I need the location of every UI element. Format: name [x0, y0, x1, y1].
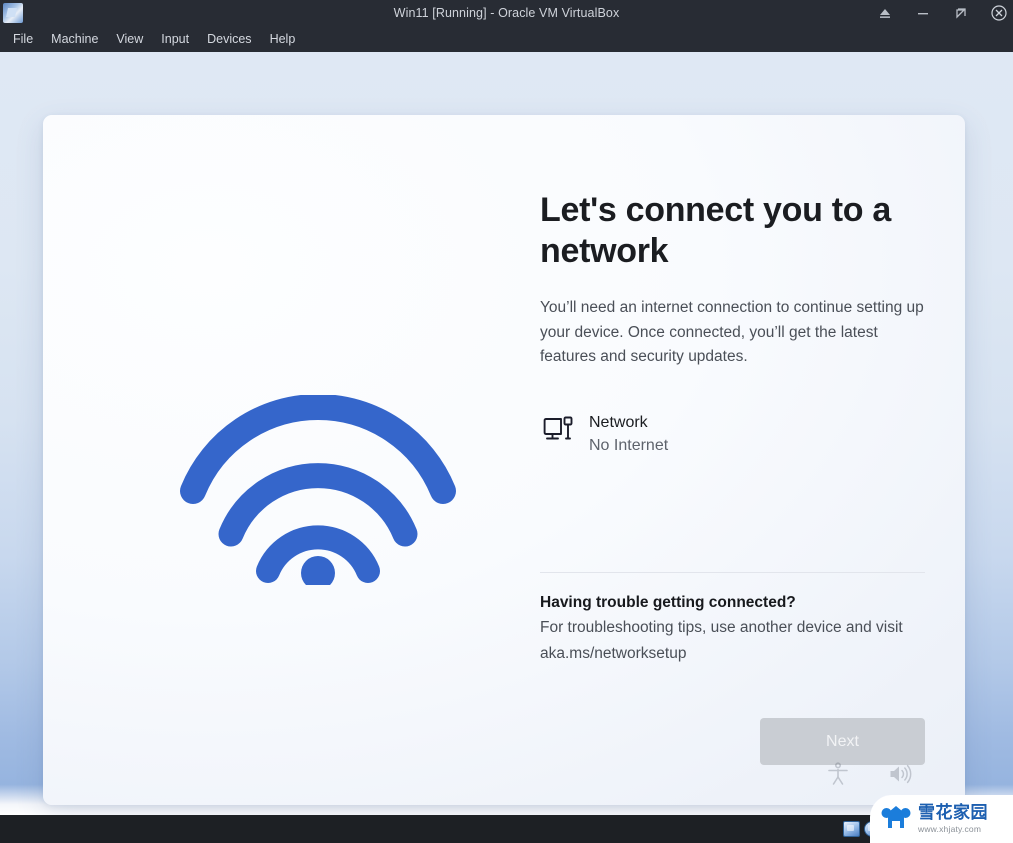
network-list-item[interactable]: Network No Internet — [540, 407, 674, 461]
wifi-icon — [173, 395, 463, 585]
troubleshoot-body: For troubleshooting tips, use another de… — [540, 619, 903, 662]
vm-guest-screen[interactable]: Let's connect you to a network You’ll ne… — [0, 52, 1013, 815]
eject-button[interactable] — [877, 5, 893, 21]
menubar: File Machine View Input Devices Help — [0, 26, 1013, 52]
window-titlebar: Win11 [Running] - Oracle VM VirtualBox — [0, 0, 1013, 26]
watermark-name: 雪花家园 — [918, 802, 988, 823]
restore-button[interactable] — [953, 5, 969, 21]
menu-item-view[interactable]: View — [107, 29, 152, 49]
minimize-button[interactable] — [915, 5, 931, 21]
next-button[interactable]: Next — [760, 718, 925, 765]
oobe-accessibility-controls — [825, 761, 913, 787]
section-divider — [540, 572, 925, 573]
ethernet-monitor-icon — [542, 413, 576, 447]
oobe-content: Let's connect you to a network You’ll ne… — [540, 190, 925, 461]
menu-item-input[interactable]: Input — [152, 29, 198, 49]
troubleshoot-section: Having trouble getting connected? For tr… — [540, 590, 935, 666]
hard-disk-icon[interactable] — [843, 821, 860, 837]
troubleshoot-heading: Having trouble getting connected? — [540, 594, 796, 611]
watermark-url: www.xhjaty.com — [918, 823, 982, 834]
window-title: Win11 [Running] - Oracle VM VirtualBox — [393, 6, 620, 20]
snowflake-home-logo-icon — [880, 804, 912, 834]
page-title: Let's connect you to a network — [540, 191, 891, 270]
menu-item-devices[interactable]: Devices — [198, 29, 260, 49]
virtualbox-statusbar — [0, 815, 1013, 843]
network-item-status: No Internet — [589, 436, 669, 454]
watermark: 雪花家园 www.xhjaty.com — [870, 795, 1013, 843]
menu-item-machine[interactable]: Machine — [42, 29, 107, 49]
network-item-texts: Network No Internet — [589, 411, 668, 457]
network-item-name: Network — [589, 413, 648, 431]
watermark-texts: 雪花家园 www.xhjaty.com — [918, 802, 988, 834]
sound-icon[interactable] — [887, 761, 913, 787]
menu-item-file[interactable]: File — [4, 29, 42, 49]
accessibility-icon[interactable] — [825, 761, 851, 787]
virtualbox-icon — [3, 3, 23, 23]
close-button[interactable] — [991, 5, 1007, 21]
page-description: You’ll need an internet connection to co… — [540, 299, 924, 365]
virtualbox-window: Win11 [Running] - Oracle VM VirtualBox F… — [0, 0, 1013, 843]
menu-item-help[interactable]: Help — [261, 29, 305, 49]
window-controls — [877, 0, 1007, 26]
oobe-card: Let's connect you to a network You’ll ne… — [43, 115, 965, 805]
